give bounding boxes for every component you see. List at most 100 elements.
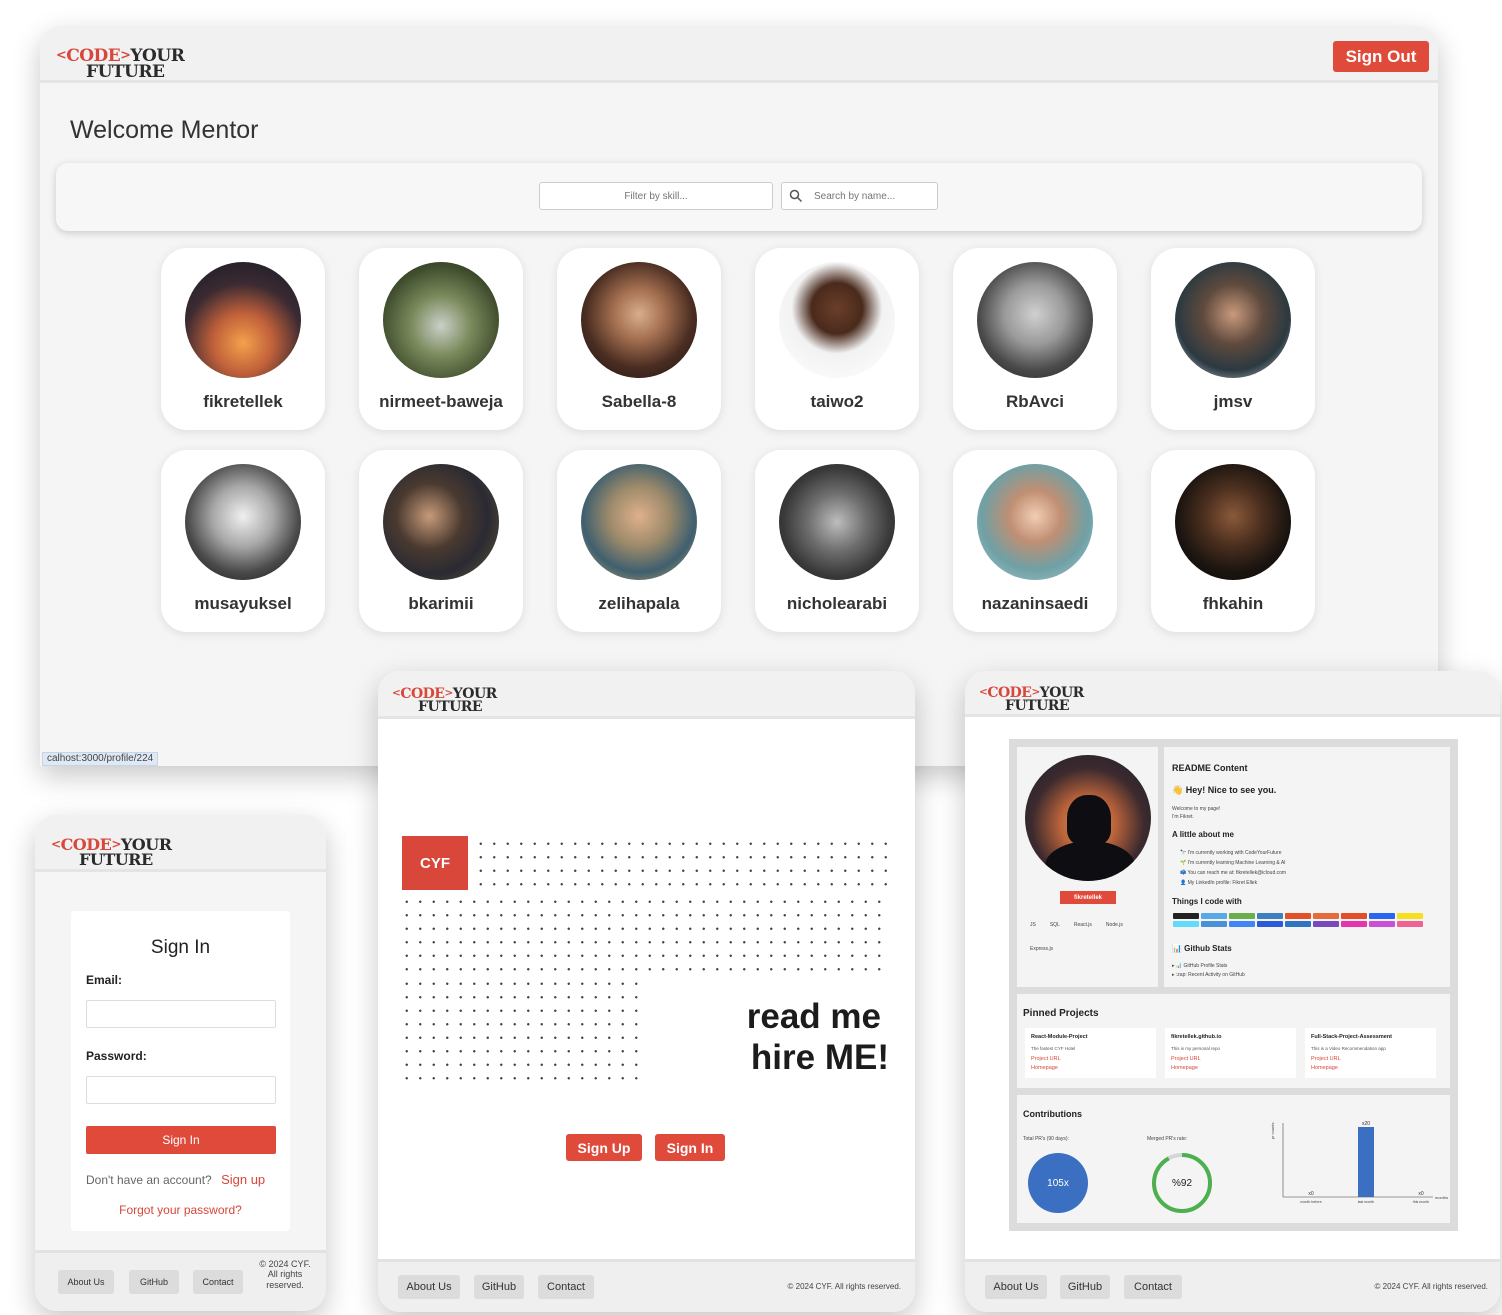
project-url-link[interactable]: Project URL <box>1171 1056 1201 1062</box>
project-url-link[interactable]: Project URL <box>1311 1056 1341 1062</box>
no-account-text: Don't have an account? <box>86 1173 212 1187</box>
chart-x-tick: this month <box>1413 1200 1430 1204</box>
mentor-card[interactable]: bkarimii <box>359 450 523 632</box>
header: <CODE>YOUR FUTURE Sign Out <box>40 26 1438 83</box>
sign-in-button[interactable]: Sign In <box>655 1134 725 1161</box>
skill-tag: JS <box>1030 922 1036 928</box>
contrib-title: Contributions <box>1023 1109 1082 1119</box>
project-homepage-link[interactable]: Homepage <box>1031 1065 1058 1071</box>
project-homepage-link[interactable]: Homepage <box>1171 1065 1198 1071</box>
merged-rate-label: Merged PR's rate: <box>1147 1136 1188 1142</box>
chart-bar-value: x0 <box>1308 1191 1314 1197</box>
tech-badges <box>1172 912 1448 928</box>
about-line: 🔭 I'm currently working with CodeYourFut… <box>1180 850 1282 856</box>
mentor-username: zelihapala <box>598 594 680 613</box>
about-line: 🌱 I'm currently learning Machine Learnin… <box>1180 860 1286 866</box>
mentor-card[interactable]: fhkahin <box>1151 450 1315 632</box>
cyf-logo[interactable]: <CODE>YOUR FUTURE <box>392 687 497 715</box>
password-field[interactable] <box>86 1076 276 1104</box>
about-list: 🔭 I'm currently working with CodeYourFut… <box>1180 850 1286 890</box>
project-card[interactable]: Full-Stack-Project-Assessment This is a V… <box>1305 1028 1436 1078</box>
project-card[interactable]: React-Module-Project The fastest CYF Hote… <box>1025 1028 1156 1078</box>
skill-filter-input[interactable] <box>539 182 773 210</box>
contact-button[interactable]: Contact <box>538 1275 594 1299</box>
github-button[interactable]: GitHub <box>129 1270 179 1294</box>
monthly-pr-chart: pr counts months x0 month before x20 last mon… <box>1270 1121 1448 1204</box>
readme-panel: README Content 👋 Hey! Nice to see you. W… <box>1164 747 1450 987</box>
sign-in-button[interactable]: Sign In <box>86 1126 276 1154</box>
project-desc: This is my personal repo <box>1171 1046 1221 1051</box>
profile-window: <CODE>YOUR FUTURE fikretellek JS SQL React… <box>965 671 1500 1312</box>
mentor-avatar <box>977 262 1093 378</box>
project-name[interactable]: Full-Stack-Project-Assessment <box>1311 1034 1392 1040</box>
about-us-button[interactable]: About Us <box>398 1275 460 1299</box>
search-input[interactable] <box>814 186 932 206</box>
forgot-password-link[interactable]: Forgot your password? <box>71 1203 290 1217</box>
contact-button[interactable]: Contact <box>193 1270 243 1294</box>
chart-bar <box>1358 1127 1374 1197</box>
filter-bar <box>56 163 1422 231</box>
mentor-avatar <box>185 464 301 580</box>
name-search-field[interactable] <box>781 182 938 210</box>
dot-pattern-top <box>474 837 890 893</box>
mentor-username: nazaninsaedi <box>981 594 1089 613</box>
project-url-link[interactable]: Project URL <box>1031 1056 1061 1062</box>
im-line: I'm Fikret. <box>1172 814 1194 820</box>
project-name[interactable]: fikretellek.github.io <box>1171 1034 1221 1040</box>
merged-rate-value: %92 <box>1171 1177 1192 1189</box>
total-pr-label: Total PR's (90 days): <box>1023 1136 1069 1142</box>
mentor-card[interactable]: zelihapala <box>557 450 721 632</box>
chart-x-tick: last month <box>1358 1200 1375 1204</box>
github-button[interactable]: GitHub <box>1060 1275 1110 1299</box>
mentor-avatar <box>383 464 499 580</box>
mentor-username: fikretellek <box>203 392 283 411</box>
mentor-avatar <box>779 262 895 378</box>
contact-button[interactable]: Contact <box>1124 1275 1182 1299</box>
mentor-avatar <box>581 464 697 580</box>
github-button[interactable]: GitHub <box>474 1275 524 1299</box>
cyf-square-logo: CYF <box>402 836 468 890</box>
stats-line-2: ▸ :zap: Recent Activity on GitHub <box>1172 972 1245 978</box>
email-field[interactable] <box>86 1000 276 1028</box>
mentor-username: musayuksel <box>194 594 292 613</box>
copyright: © 2024 CYF. All rights reserved. <box>1374 1282 1489 1291</box>
mentor-card[interactable]: nicholearabi <box>755 450 919 632</box>
profile-container: fikretellek JS SQL React.js Node.js Express.… <box>1009 739 1458 1231</box>
about-us-button[interactable]: About Us <box>58 1270 114 1294</box>
mentor-avatar <box>581 262 697 378</box>
status-bar-url: calhost:3000/profile/224 <box>42 752 159 766</box>
mentor-card[interactable]: musayuksel <box>161 450 325 632</box>
copyright: © 2024 CYF. All rights reserved. <box>787 1282 902 1291</box>
tagline-read-me: read me <box>746 997 881 1036</box>
project-name[interactable]: React-Module-Project <box>1031 1034 1088 1040</box>
stats-title: 📊 Github Stats <box>1172 944 1232 953</box>
readme-title: README Content <box>1172 763 1248 773</box>
skill-tag: Express.js <box>1030 946 1054 952</box>
cyf-logo[interactable]: <CODE>YOUR FUTURE <box>56 48 185 81</box>
footer: About Us GitHub Contact © 2024 CYF. All … <box>35 1250 326 1311</box>
mentor-username: nirmeet-baweja <box>379 392 503 411</box>
mentor-card[interactable]: RbAvci <box>953 248 1117 430</box>
sign-out-button[interactable]: Sign Out <box>1333 41 1429 72</box>
cyf-logo[interactable]: <CODE>YOUR FUTURE <box>979 686 1084 714</box>
dot-pattern-left <box>400 977 640 1085</box>
mentor-card[interactable]: nazaninsaedi <box>953 450 1117 632</box>
mentor-card[interactable]: Sabella-8 <box>557 248 721 430</box>
project-homepage-link[interactable]: Homepage <box>1311 1065 1338 1071</box>
stats-line-1: ▸ 📊 GitHub Profile Stats <box>1172 963 1228 969</box>
about-us-button[interactable]: About Us <box>985 1275 1047 1299</box>
mentor-card[interactable]: fikretellek <box>161 248 325 430</box>
mentor-card[interactable]: taiwo2 <box>755 248 919 430</box>
sign-up-button[interactable]: Sign Up <box>566 1134 642 1161</box>
chart-y-label: pr counts <box>1270 1123 1275 1139</box>
cyf-logo[interactable]: <CODE>YOUR FUTURE <box>51 837 172 868</box>
sign-up-link[interactable]: Sign up <box>221 1172 265 1187</box>
project-card[interactable]: fikretellek.github.io This is my personal… <box>1165 1028 1296 1078</box>
things-title: Things I code with <box>1172 897 1242 906</box>
mentor-username: nicholearabi <box>786 594 888 613</box>
header: <CODE>YOUR FUTURE <box>965 671 1500 717</box>
mentor-card[interactable]: jmsv <box>1151 248 1315 430</box>
mentor-avatar <box>1175 464 1291 580</box>
mentor-card[interactable]: nirmeet-baweja <box>359 248 523 430</box>
sign-in-window: <CODE>YOUR FUTURE Sign In Email: Passwor… <box>35 815 326 1311</box>
